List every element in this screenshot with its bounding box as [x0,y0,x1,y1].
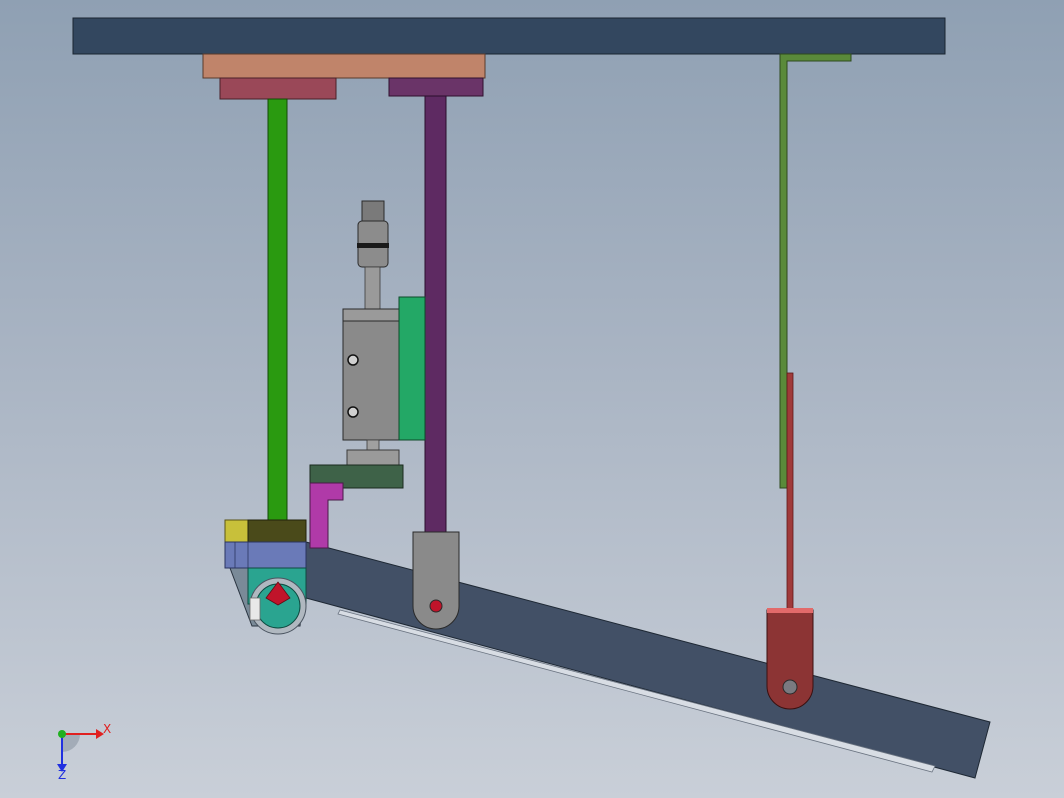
clevis-red[interactable] [766,608,814,710]
top-beam[interactable] [72,17,946,55]
x-axis-label: X [103,722,111,736]
clamp-bracket[interactable] [309,482,344,549]
cad-viewport[interactable]: X Z [0,0,1064,798]
cylinder-fitting[interactable] [357,200,389,310]
y-axis-dot [58,730,66,738]
swing-arm[interactable] [305,541,991,779]
right-mount-bracket[interactable] [388,77,484,97]
z-axis-label: Z [58,768,66,782]
cylinder-mount-plate[interactable] [398,296,426,441]
link-rod[interactable] [786,372,794,614]
port-upper [347,354,359,366]
coordinate-triad: X Z [57,722,111,782]
port-lower [347,406,359,418]
guide-rod-purple[interactable] [424,95,447,534]
left-mount-block[interactable] [219,77,337,100]
roller-head[interactable] [224,519,307,635]
mounting-plate[interactable] [202,53,486,79]
guide-rod-green[interactable] [267,98,288,524]
pneumatic-cylinder[interactable] [342,308,400,441]
assembly-drawing: X Z [57,17,991,782]
clevis-grey[interactable] [412,531,460,630]
